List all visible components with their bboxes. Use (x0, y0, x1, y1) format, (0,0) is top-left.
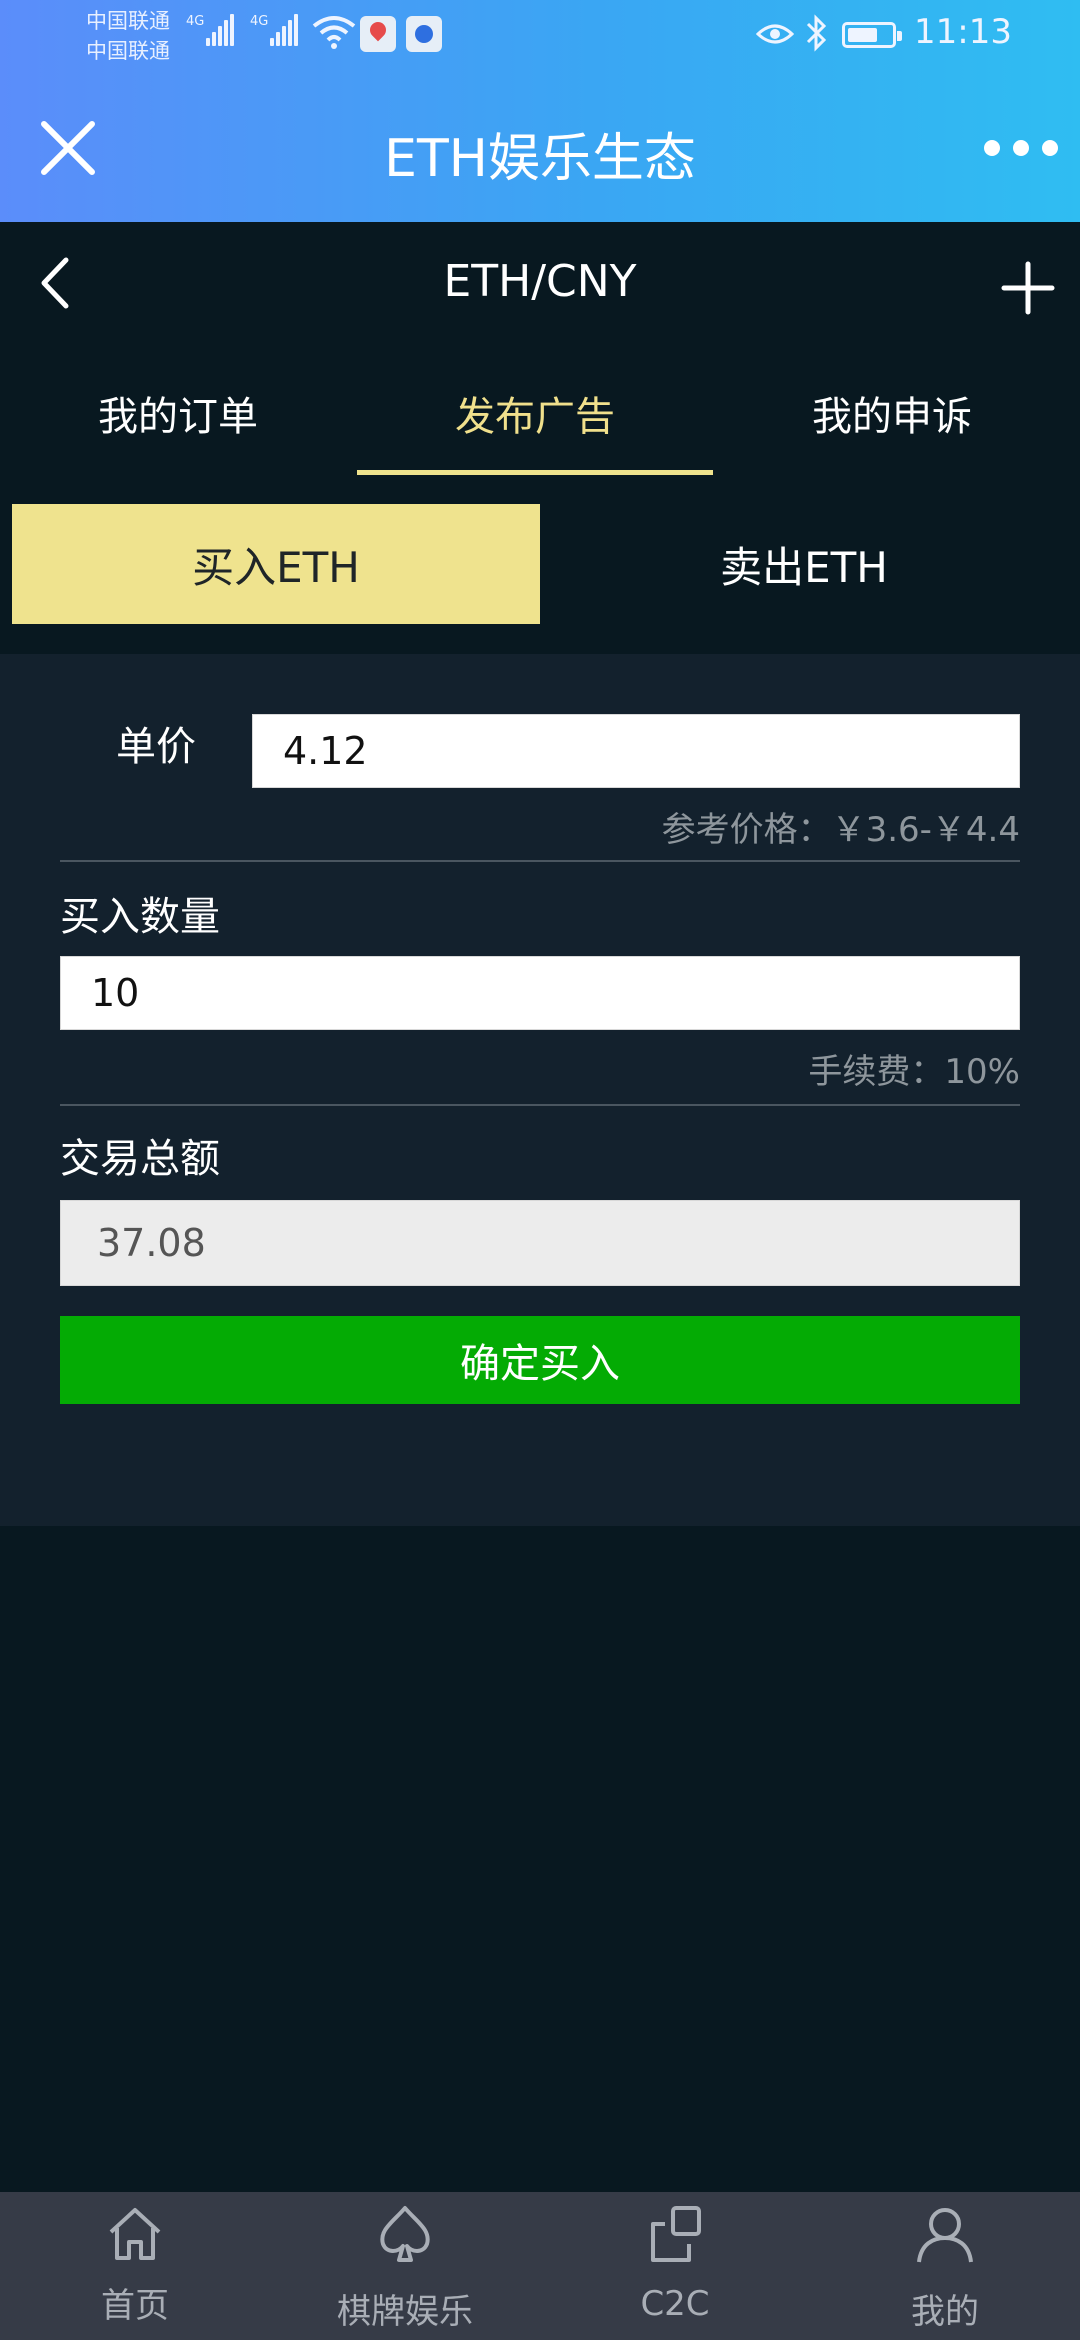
more-dots-icon[interactable] (984, 130, 1058, 166)
app-notification-icon (360, 16, 396, 52)
tab-my-orders[interactable]: 我的订单 (0, 384, 356, 442)
total-label: 交易总额 (60, 1136, 220, 1182)
carrier-label-1: 中国联通 (86, 9, 170, 33)
active-tab-indicator (357, 470, 713, 475)
divider (60, 860, 1020, 862)
nav-label-home: 首页 (101, 2286, 169, 2326)
buy-eth-button[interactable]: 买入ETH (12, 504, 540, 624)
c2c-icon (651, 2206, 701, 2262)
order-tabs: 我的订单 发布广告 我的申诉 (0, 360, 1080, 476)
wifi-icon (312, 16, 356, 49)
quantity-input[interactable]: 10 (60, 956, 1020, 1030)
home-icon (109, 2208, 161, 2260)
signal-icon: 4G (250, 14, 300, 46)
nav-item-profile[interactable]: 我的 (810, 2192, 1080, 2340)
trading-pair-title: ETH/CNY (443, 256, 637, 307)
price-label: 单价 (116, 724, 196, 770)
tab-my-appeals[interactable]: 我的申诉 (714, 384, 1070, 442)
network-type-2: 4G (250, 14, 269, 29)
nav-label-c2c: C2C (640, 2284, 710, 2324)
tab-publish-ad[interactable]: 发布广告 (357, 384, 713, 442)
bottom-nav: 首页 棋牌娱乐 C2C 我的 (0, 2192, 1080, 2340)
carrier-info: 中国联通 中国联通 (86, 6, 170, 66)
app-top-bar: 中国联通 中国联通 4G 4G 11:13 ETH娱乐生态 (0, 0, 1080, 222)
bluetooth-icon (806, 14, 827, 52)
quantity-label: 买入数量 (60, 894, 220, 940)
nav-item-c2c[interactable]: C2C (540, 2192, 810, 2340)
carrier-label-2: 中国联通 (86, 39, 170, 63)
nav-label-games: 棋牌娱乐 (337, 2292, 473, 2332)
fee-hint: 手续费：10% (808, 1052, 1020, 1092)
spade-icon (380, 2206, 430, 2262)
plus-icon[interactable] (1000, 260, 1056, 316)
battery-icon (842, 22, 902, 48)
total-amount-field: 37.08 (60, 1200, 1020, 1286)
battery-level (848, 28, 877, 42)
nav-item-home[interactable]: 首页 (0, 2192, 270, 2340)
status-bar: 中国联通 中国联通 4G 4G 11:13 (0, 0, 1080, 70)
baidu-icon (406, 16, 442, 52)
signal-icon: 4G (186, 14, 236, 46)
user-icon (917, 2208, 973, 2263)
eye-comfort-icon (756, 24, 794, 44)
status-time: 11:13 (914, 12, 1012, 52)
reference-price-hint: 参考价格：￥3.6-￥4.4 (661, 810, 1020, 850)
network-type-1: 4G (186, 14, 205, 29)
sell-eth-button[interactable]: 卖出ETH (540, 504, 1068, 624)
price-input[interactable]: 4.12 (252, 714, 1020, 788)
page-title: ETH娱乐生态 (384, 129, 696, 189)
nav-label-profile: 我的 (911, 2292, 979, 2332)
divider (60, 1104, 1020, 1106)
order-form: 单价 4.12 参考价格：￥3.6-￥4.4 买入数量 10 手续费：10% 交… (0, 654, 1080, 1526)
confirm-buy-button[interactable]: 确定买入 (60, 1316, 1020, 1404)
nav-item-games[interactable]: 棋牌娱乐 (270, 2192, 540, 2340)
buy-sell-toggle: 买入ETH 卖出ETH (12, 504, 1068, 624)
